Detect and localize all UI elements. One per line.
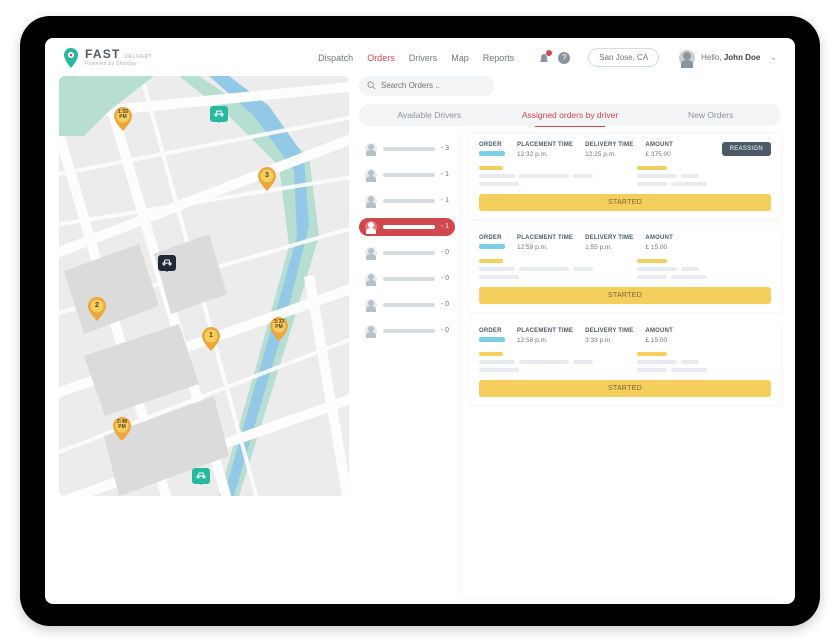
app-screen: FAST DELIVERY Powered by Shipday Dispatc… — [45, 38, 795, 604]
tab-new-orders[interactable]: New Orders — [640, 104, 781, 126]
driver-row-4[interactable]: - 0 — [359, 244, 455, 262]
pin-icon — [258, 167, 276, 191]
driver-name-skeleton — [383, 277, 435, 281]
order-id-skeleton — [479, 244, 505, 249]
search-input[interactable] — [381, 81, 486, 90]
top-icons: ? — [538, 52, 570, 64]
map-marker-car-black[interactable] — [158, 255, 176, 271]
driver-avatar-icon — [365, 299, 377, 311]
driver-name-skeleton — [383, 225, 435, 229]
help-icon[interactable]: ? — [558, 52, 570, 64]
tablet-frame: FAST DELIVERY Powered by Shipday Dispatc… — [20, 16, 820, 626]
tab-available-drivers[interactable]: Available Drivers — [359, 104, 500, 126]
driver-avatar-icon — [365, 195, 377, 207]
driver-avatar-icon — [365, 169, 377, 181]
map-svg — [59, 76, 349, 496]
nav-dispatch[interactable]: Dispatch — [318, 53, 353, 63]
order-card-2[interactable]: ORDER PLACEMENT TIME12:58 p.m. DELIVERY … — [469, 320, 781, 405]
logo[interactable]: FAST DELIVERY Powered by Shipday — [63, 48, 152, 68]
search-orders[interactable] — [359, 76, 494, 96]
tab-assigned-orders[interactable]: Assigned orders by driver — [500, 104, 641, 126]
map-marker-3[interactable]: 3 — [258, 167, 276, 196]
map-marker-car-green-2[interactable] — [192, 468, 210, 484]
logo-tagline: Powered by Shipday — [85, 62, 152, 67]
pin-icon — [88, 297, 106, 321]
map-marker-car-green-1[interactable] — [210, 106, 228, 122]
map-panel[interactable]: 1:55 PM 3 2 1 3:33 PM — [59, 76, 349, 496]
car-icon — [158, 255, 176, 271]
driver-row-5[interactable]: - 0 — [359, 270, 455, 288]
driver-name-skeleton — [383, 199, 435, 203]
driver-row-1[interactable]: - 1 — [359, 166, 455, 184]
order-id-skeleton — [479, 151, 505, 156]
car-icon — [192, 468, 210, 484]
notification-dot — [546, 50, 552, 56]
search-icon — [367, 81, 376, 90]
driver-row-7[interactable]: - 0 — [359, 322, 455, 340]
chevron-down-icon: ⌄ — [770, 53, 777, 62]
logo-text: FAST DELIVERY Powered by Shipday — [85, 48, 152, 67]
driver-name-skeleton — [383, 329, 435, 333]
main-nav: Dispatch Orders Drivers Map Reports — [318, 53, 514, 63]
right-column: Available Drivers Assigned orders by dri… — [359, 76, 781, 596]
map-marker-248[interactable]: 2:48 PM — [113, 417, 131, 446]
started-button[interactable]: STARTED — [479, 287, 771, 304]
logo-brand-first: FAST — [85, 47, 120, 61]
user-greeting: Hello, John Doe — [701, 53, 760, 62]
map-marker-333[interactable]: 3:33 PM — [270, 317, 288, 346]
driver-avatar-icon — [365, 273, 377, 285]
map-marker-1b[interactable]: 1 — [202, 327, 220, 356]
started-button[interactable]: STARTED — [479, 194, 771, 211]
order-tabs: Available Drivers Assigned orders by dri… — [359, 104, 781, 126]
driver-name-skeleton — [383, 173, 435, 177]
driver-avatar-icon — [365, 247, 377, 259]
notifications-icon[interactable] — [538, 52, 550, 64]
nav-orders[interactable]: Orders — [367, 53, 395, 63]
driver-avatar-icon — [365, 325, 377, 337]
driver-orders-area: - 3 - 1 - 1 - 1 - 0 - 0 - 0 - 0 ORDER — [359, 134, 781, 596]
driver-row-2[interactable]: - 1 — [359, 192, 455, 210]
nav-drivers[interactable]: Drivers — [409, 53, 438, 63]
map-marker-2[interactable]: 2 — [88, 297, 106, 326]
nav-map[interactable]: Map — [451, 53, 469, 63]
map-marker-1[interactable]: 1:55 PM — [114, 107, 132, 136]
order-card-1[interactable]: ORDER PLACEMENT TIME12:59 p.m. DELIVERY … — [469, 227, 781, 312]
driver-name-skeleton — [383, 251, 435, 255]
driver-name-skeleton — [383, 303, 435, 307]
car-icon — [210, 106, 228, 122]
reassign-button[interactable]: REASSIGN — [722, 142, 771, 156]
content-area: 1:55 PM 3 2 1 3:33 PM — [45, 76, 795, 596]
driver-row-6[interactable]: - 0 — [359, 296, 455, 314]
driver-avatar-icon — [365, 221, 377, 233]
top-bar: FAST DELIVERY Powered by Shipday Dispatc… — [45, 38, 795, 76]
driver-row-3[interactable]: - 1 — [359, 218, 455, 236]
driver-list: - 3 - 1 - 1 - 1 - 0 - 0 - 0 - 0 — [359, 134, 455, 596]
pin-icon — [202, 327, 220, 351]
driver-avatar-icon — [365, 143, 377, 155]
user-avatar-icon — [679, 50, 695, 66]
started-button[interactable]: STARTED — [479, 380, 771, 397]
logo-brand-second: DELIVERY — [125, 54, 152, 60]
user-menu[interactable]: Hello, John Doe ⌄ — [679, 50, 777, 66]
order-card-0[interactable]: ORDER PLACEMENT TIME12:32 p.m. DELIVERY … — [469, 134, 781, 219]
location-selector[interactable]: San Jose, CA — [588, 48, 659, 67]
logo-pin-icon — [63, 48, 79, 68]
driver-name-skeleton — [383, 147, 435, 151]
orders-column: ORDER PLACEMENT TIME12:32 p.m. DELIVERY … — [463, 134, 781, 596]
driver-row-0[interactable]: - 3 — [359, 140, 455, 158]
nav-reports[interactable]: Reports — [483, 53, 515, 63]
order-id-skeleton — [479, 337, 505, 342]
